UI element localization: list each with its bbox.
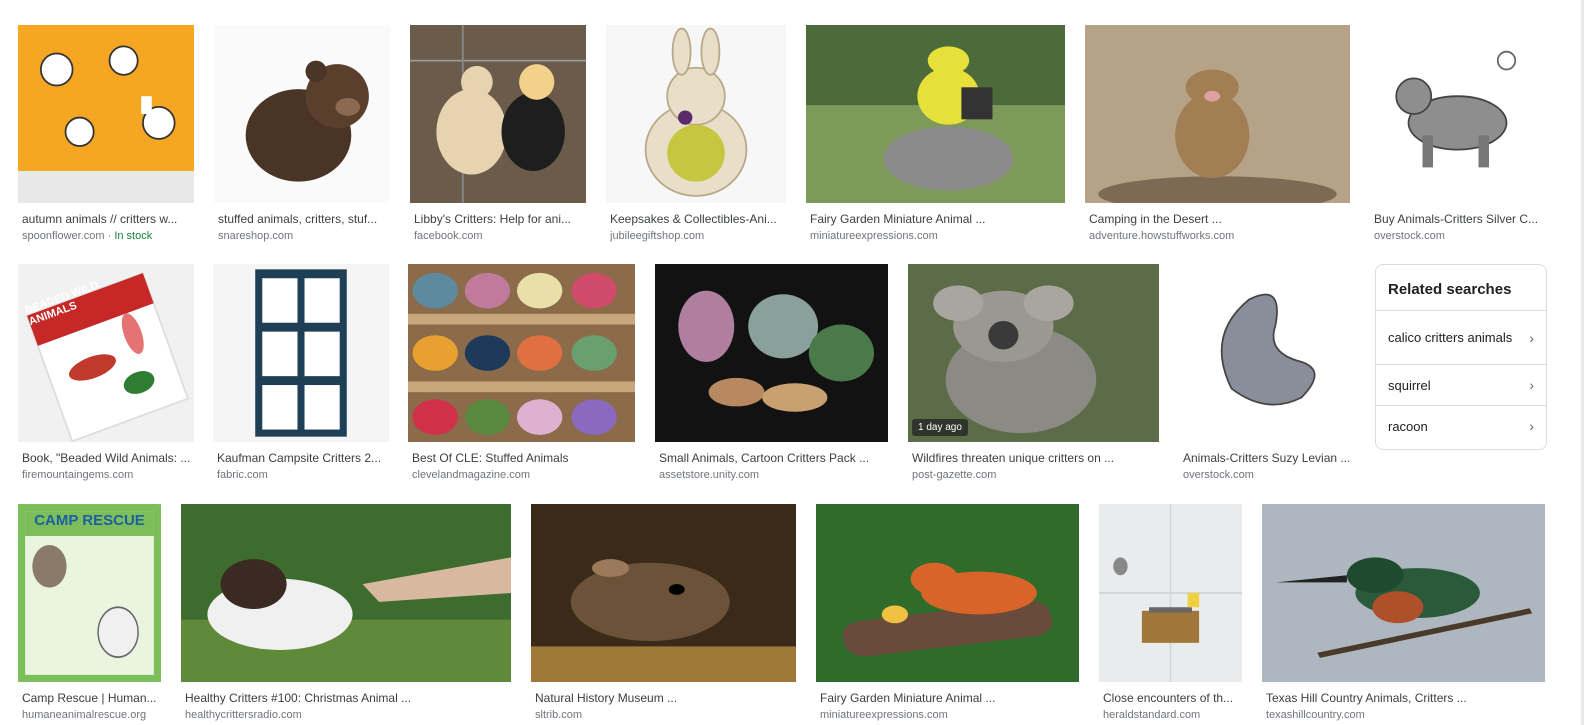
koala-thumbnail[interactable]: 1 day ago [908, 264, 1159, 442]
time-badge: 1 day ago [912, 419, 968, 436]
source-domain: humaneanimalrescue.org [22, 709, 147, 721]
chevron-right-icon: › [1529, 377, 1534, 393]
result-title[interactable]: Camp Rescue | Human... [22, 691, 159, 705]
fabric-thumbnail[interactable] [213, 264, 389, 442]
chevron-right-icon: › [1529, 329, 1534, 346]
swan-brooch-thumbnail[interactable] [1179, 264, 1354, 442]
flyer-title: CAMP RESCUE [34, 512, 145, 529]
result-source: sltrib.com [535, 709, 794, 721]
source-domain: adventure.howstuffworks.com [1089, 230, 1235, 242]
result-title[interactable]: Close encounters of th... [1103, 691, 1240, 705]
source-domain: firemountaingems.com [22, 469, 134, 481]
result-source: clevelandmagazine.com [412, 469, 633, 481]
camp-rescue-flyer-thumbnail[interactable]: CAMP RESCUE [18, 504, 161, 682]
wallpaper-thumbnail[interactable] [18, 25, 194, 203]
top-edge [0, 0, 1584, 6]
prairie-dog-thumbnail[interactable] [1085, 25, 1350, 203]
mouse-trap-thumbnail[interactable] [1099, 504, 1242, 682]
result-title[interactable]: Camping in the Desert ... [1089, 212, 1348, 226]
result-title[interactable]: Wildfires threaten unique critters on ..… [912, 451, 1157, 465]
book-thumbnail[interactable]: BEADED WILD ANIMALS [18, 264, 194, 442]
result-title[interactable]: Best Of CLE: Stuffed Animals [412, 451, 633, 465]
source-domain: miniatureexpressions.com [820, 709, 948, 721]
result-source: snareshop.com [218, 230, 388, 242]
result-source: heraldstandard.com [1103, 709, 1240, 721]
chevron-right-icon: › [1529, 418, 1534, 434]
source-domain: overstock.com [1183, 469, 1254, 481]
source-domain: overstock.com [1374, 230, 1445, 242]
result-source: facebook.com [414, 230, 584, 242]
result-title[interactable]: Animals-Critters Suzy Levian ... [1183, 451, 1352, 465]
result-source: humaneanimalrescue.org [22, 709, 159, 721]
goldfinch-thumbnail[interactable] [806, 25, 1065, 203]
dog-charm-thumbnail[interactable] [1370, 25, 1545, 203]
result-title[interactable]: Texas Hill Country Animals, Critters ... [1266, 691, 1543, 705]
source-domain: snareshop.com [218, 230, 294, 242]
related-search-calico-critters[interactable]: calico critters animals › [1376, 310, 1546, 364]
result-title[interactable]: Fairy Garden Miniature Animal ... [810, 212, 1063, 226]
result-title[interactable]: Natural History Museum ... [535, 691, 794, 705]
puppy-thumbnail[interactable] [181, 504, 511, 682]
result-source: overstock.com [1374, 230, 1543, 242]
source-domain: spoonflower.com [22, 230, 105, 242]
result-source: fabric.com [217, 469, 387, 481]
source-domain: facebook.com [414, 230, 483, 242]
result-title[interactable]: autumn animals // critters w... [22, 212, 192, 226]
plush-shelf-thumbnail[interactable] [408, 264, 635, 442]
separator: · [104, 230, 115, 242]
result-title[interactable]: Kaufman Campsite Critters 2... [217, 451, 387, 465]
fox-figurine-thumbnail[interactable] [816, 504, 1079, 682]
source-domain: healthycrittersradio.com [185, 709, 302, 721]
result-source: miniatureexpressions.com [820, 709, 1077, 721]
result-title[interactable]: Small Animals, Cartoon Critters Pack ... [659, 451, 886, 465]
source-domain: heraldstandard.com [1103, 709, 1201, 721]
rat-thumbnail[interactable] [531, 504, 796, 682]
cartoon-critters-thumbnail[interactable] [655, 264, 888, 442]
bunny-thumbnail[interactable] [606, 25, 786, 203]
result-source: post-gazette.com [912, 469, 1157, 481]
related-search-label: squirrel [1388, 377, 1431, 393]
related-searches-heading: Related searches [1388, 281, 1512, 298]
result-source: texashillcountry.com [1266, 709, 1543, 721]
result-source: assetstore.unity.com [659, 469, 886, 481]
result-source: jubileegiftshop.com [610, 230, 784, 242]
source-domain: jubileegiftshop.com [610, 230, 705, 242]
source-domain: post-gazette.com [912, 469, 997, 481]
source-domain: assetstore.unity.com [659, 469, 760, 481]
source-domain: sltrib.com [535, 709, 583, 721]
chickens-thumbnail[interactable] [410, 25, 586, 203]
result-title[interactable]: Keepsakes & Collectibles-Ani... [610, 212, 784, 226]
result-source: adventure.howstuffworks.com [1089, 230, 1348, 242]
source-domain: clevelandmagazine.com [412, 469, 531, 481]
source-domain: fabric.com [217, 469, 268, 481]
related-search-squirrel[interactable]: squirrel › [1376, 364, 1546, 405]
result-source: spoonflower.com · In stock [22, 230, 192, 242]
result-title[interactable]: Libby's Critters: Help for ani... [414, 212, 584, 226]
result-source: healthycrittersradio.com [185, 709, 509, 721]
related-searches-card: Related searches calico critters animals… [1375, 264, 1547, 450]
result-source: overstock.com [1183, 469, 1352, 481]
result-title[interactable]: Fairy Garden Miniature Animal ... [820, 691, 1077, 705]
related-search-racoon[interactable]: racoon › [1376, 405, 1546, 446]
result-source: firemountaingems.com [22, 469, 192, 481]
source-domain: texashillcountry.com [1266, 709, 1365, 721]
related-search-label: calico critters animals [1388, 330, 1513, 345]
result-title[interactable]: Buy Animals-Critters Silver C... [1374, 212, 1543, 226]
kingfisher-thumbnail[interactable] [1262, 504, 1545, 682]
result-source: miniatureexpressions.com [810, 230, 1063, 242]
stock-status: In stock [114, 230, 153, 242]
related-search-label: racoon [1388, 418, 1428, 434]
source-domain: miniatureexpressions.com [810, 230, 938, 242]
teddy-bear-thumbnail[interactable] [214, 25, 390, 203]
result-title[interactable]: Healthy Critters #100: Christmas Animal … [185, 691, 509, 705]
result-title[interactable]: Book, "Beaded Wild Animals: ... [22, 451, 192, 465]
result-title[interactable]: stuffed animals, critters, stuf... [218, 212, 388, 226]
